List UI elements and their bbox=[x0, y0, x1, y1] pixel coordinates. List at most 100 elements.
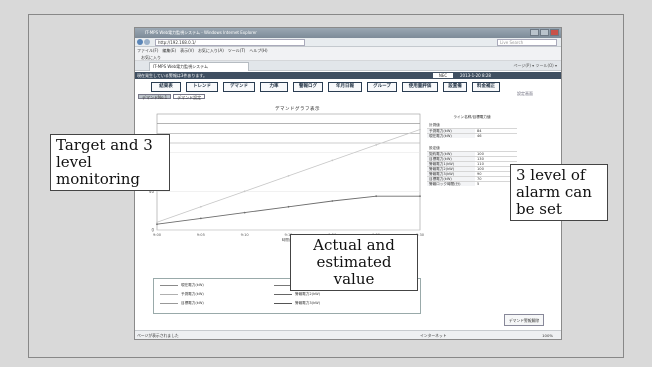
legend-swatch bbox=[160, 285, 178, 286]
panel-row: 目標電力(kW) 70 bbox=[427, 176, 517, 181]
data-point bbox=[331, 200, 334, 202]
panel-row: 警報電力2(kW) 100 bbox=[427, 166, 517, 171]
x-tick-label: 9:00 bbox=[153, 233, 162, 237]
x-tick-label: 9:10 bbox=[241, 233, 250, 237]
tab-bar: IT-MPS Web電力監視システム ページ(P) ▾ ツール(O) ▾ bbox=[135, 61, 561, 71]
datetime: 2013-1-20 8:28 bbox=[460, 73, 491, 78]
nav-trend-button[interactable]: トレンド bbox=[186, 82, 218, 92]
menu-bar: ファイル(F) 編集(E) 表示(V) お気に入り(A) ツール(T) ヘルプ(… bbox=[135, 47, 561, 54]
panel-row: 予測電力(kW) 84 bbox=[427, 128, 517, 133]
nav-demand-button[interactable]: デマンド bbox=[223, 82, 255, 92]
menu-item-tools[interactable]: ツール(T) bbox=[228, 47, 246, 54]
status-bar: ページが表示されました インターネット 100% bbox=[135, 330, 561, 339]
status-text: ページが表示されました bbox=[137, 333, 179, 338]
legend-swatch bbox=[160, 303, 178, 304]
row-label: 警報電力3(kW) bbox=[427, 172, 475, 176]
minimize-icon[interactable] bbox=[530, 29, 539, 36]
menu-item-file[interactable]: ファイル(F) bbox=[137, 47, 158, 54]
value-panel: ライン名称/目標電力値 計測値 予測電力(kW) 84 現在電力(kW) 46 設定… bbox=[427, 115, 517, 251]
panel-row: 契約電力(kW) 100 bbox=[427, 151, 517, 156]
legend-label: 目標電力(kW) bbox=[181, 301, 204, 305]
menu-item-view[interactable]: 表示(V) bbox=[180, 47, 194, 54]
nav-group-button[interactable]: グループ bbox=[367, 82, 397, 92]
legend-item: 現在電力(kW) bbox=[160, 283, 204, 288]
menu-item-edit[interactable]: 編集(E) bbox=[162, 47, 176, 54]
menu-item-favorites[interactable]: お気に入り(A) bbox=[198, 47, 224, 54]
y-tick-label: 0 bbox=[151, 228, 154, 233]
legend-label: 現在電力(kW) bbox=[181, 283, 204, 287]
data-point bbox=[156, 223, 158, 226]
maximize-icon[interactable] bbox=[540, 29, 549, 36]
data-point bbox=[199, 217, 202, 220]
page-tools[interactable]: ページ(P) ▾ ツール(O) ▾ bbox=[513, 63, 557, 69]
tab-demand-1[interactable]: デマンドNo.1 bbox=[138, 94, 172, 100]
legend-item: 警報電力3(kW) bbox=[274, 301, 320, 306]
tab-demand-setting[interactable]: デマンド設定 bbox=[173, 94, 206, 100]
legend-swatch bbox=[274, 294, 292, 295]
panel-row: 警報電力1(kW) 110 bbox=[427, 161, 517, 166]
legend-item: 警報電力2(kW) bbox=[274, 292, 320, 297]
data-point bbox=[375, 195, 378, 198]
setting-link[interactable]: 設定画面 bbox=[517, 91, 533, 97]
legend-swatch bbox=[274, 303, 292, 304]
row-label: 現在電力(kW) bbox=[427, 134, 475, 138]
forward-icon[interactable] bbox=[144, 39, 150, 45]
browser-window: IT-MPS Web電力監視システム - Windows Internet Ex… bbox=[134, 27, 562, 340]
data-point bbox=[243, 190, 246, 193]
row-value: 84 bbox=[477, 129, 482, 133]
panel-row: 目標電力(kW) 130 bbox=[427, 156, 517, 161]
search-input[interactable]: Live Search bbox=[497, 39, 557, 46]
browser-tab[interactable]: IT-MPS Web電力監視システム bbox=[149, 62, 249, 71]
zoom-level[interactable]: 100% bbox=[542, 331, 553, 339]
data-point bbox=[156, 221, 158, 224]
data-point bbox=[243, 211, 246, 214]
nav-summary-button[interactable]: 結果表 bbox=[151, 82, 181, 92]
sub-tabs: デマンドNo.1 デマンド設定 bbox=[138, 94, 206, 100]
legend-swatch bbox=[160, 294, 178, 295]
data-point bbox=[375, 144, 378, 146]
favorites-button[interactable]: お気に入り bbox=[141, 55, 161, 60]
nav-usage-button[interactable]: 使用量評価 bbox=[402, 82, 438, 92]
address-bar: http://192.168.0.1/ Live Search bbox=[135, 38, 561, 47]
favorites-bar: お気に入り bbox=[135, 54, 561, 61]
window-controls bbox=[530, 29, 559, 36]
panel-row: 警報ロック時間(分) 5 bbox=[427, 181, 517, 186]
window-titlebar: IT-MPS Web電力監視システム - Windows Internet Ex… bbox=[135, 28, 561, 38]
nav-alarmlog-button[interactable]: 警報ログ bbox=[293, 82, 323, 92]
data-point bbox=[331, 159, 334, 162]
callout-actual: Actual and estimated value bbox=[290, 234, 418, 291]
alarm-status-line: 現在発生している警報は3件あります。 NEC 2013-1-20 8:28 bbox=[135, 72, 561, 79]
row-label: 契約電力(kW) bbox=[427, 152, 475, 156]
nav-equipment-button[interactable]: 設置備 bbox=[443, 82, 467, 92]
legend-item: 予測電力(kW) bbox=[160, 292, 204, 297]
x-tick-label: 9:05 bbox=[197, 233, 205, 237]
demand-alarm-reset-button[interactable]: デマンド警報解除 bbox=[504, 314, 544, 326]
callout-target: Target and 3 level monitoring bbox=[50, 134, 170, 191]
panel-row: 警報電力3(kW) 90 bbox=[427, 171, 517, 176]
menu-item-help[interactable]: ヘルプ(H) bbox=[249, 47, 267, 54]
callout-alarm: 3 level of alarm can be set bbox=[510, 164, 608, 221]
plot-area bbox=[156, 113, 421, 231]
panel-row: 現在電力(kW) 46 bbox=[427, 133, 517, 138]
nav-report-button[interactable]: 年月日報 bbox=[328, 82, 362, 92]
back-icon[interactable] bbox=[137, 39, 143, 45]
row-label: 警報電力1(kW) bbox=[427, 162, 475, 166]
user-badge: NEC bbox=[433, 73, 453, 78]
row-value: 100 bbox=[477, 152, 484, 156]
legend-label: 予測電力(kW) bbox=[181, 292, 204, 296]
data-point bbox=[419, 195, 421, 198]
nav-powerfactor-button[interactable]: 力率 bbox=[260, 82, 288, 92]
legend-item: 目標電力(kW) bbox=[160, 301, 204, 306]
nav-fee-button[interactable]: 料金補正 bbox=[472, 82, 500, 92]
close-icon[interactable] bbox=[550, 29, 559, 36]
data-point bbox=[287, 205, 290, 208]
row-label: 警報ロック時間(分) bbox=[427, 182, 475, 186]
row-value: 130 bbox=[477, 157, 484, 161]
row-value: 46 bbox=[477, 134, 482, 138]
legend-label: 警報電力3(kW) bbox=[295, 301, 321, 305]
url-input[interactable]: http://192.168.0.1/ bbox=[155, 39, 305, 46]
row-label: 予測電力(kW) bbox=[427, 129, 475, 133]
data-point bbox=[199, 205, 202, 208]
legend-label: 警報電力2(kW) bbox=[295, 292, 321, 296]
main-nav: 結果表 トレンド デマンド 力率 警報ログ 年月日報 グループ 使用量評価 設置… bbox=[135, 80, 561, 94]
